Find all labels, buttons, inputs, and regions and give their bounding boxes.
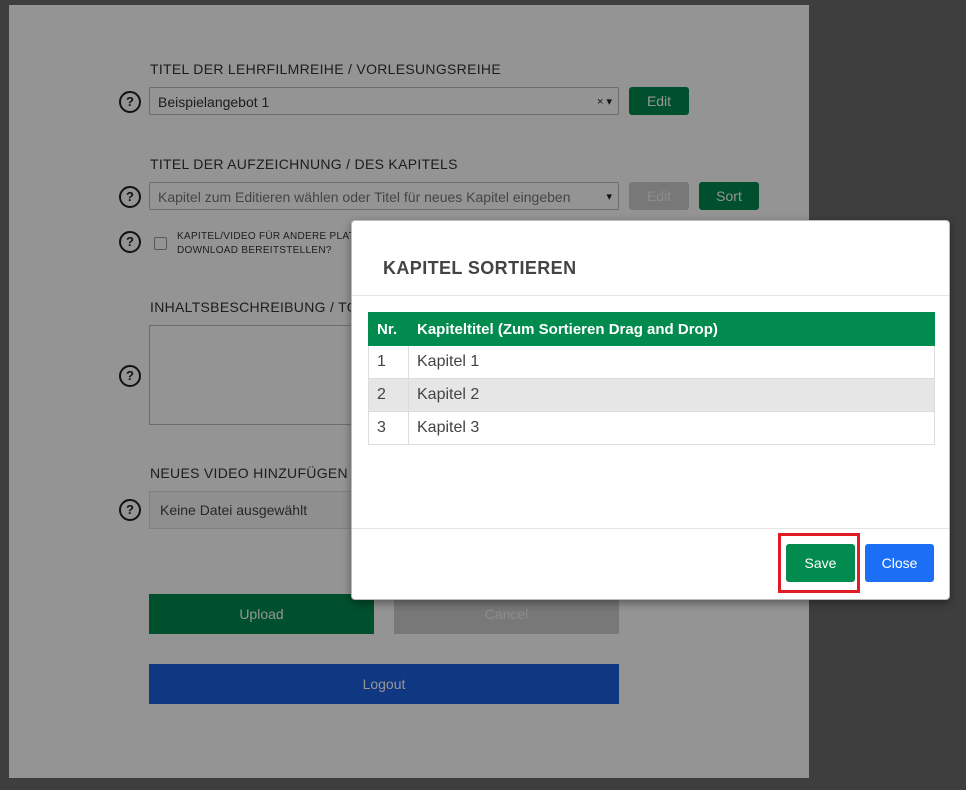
save-button[interactable]: Save [786,544,855,582]
modal-header: KAPITEL SORTIEREN [352,221,949,296]
modal-title: KAPITEL SORTIEREN [383,258,577,278]
close-button[interactable]: Close [865,544,934,582]
sort-chapters-modal: KAPITEL SORTIEREN Nr. Kapiteltitel (Zum … [351,220,950,600]
row-nr: 3 [368,411,409,445]
table-row[interactable]: 3 Kapitel 3 [368,411,935,445]
row-nr: 1 [368,345,409,379]
column-header-nr: Nr. [368,312,409,346]
table-header-row: Nr. Kapiteltitel (Zum Sortieren Drag and… [368,312,935,346]
row-title: Kapitel 3 [408,411,935,445]
row-title: Kapitel 1 [408,345,935,379]
table-row[interactable]: 2 Kapitel 2 [368,378,935,412]
row-nr: 2 [368,378,409,412]
row-title: Kapitel 2 [408,378,935,412]
column-header-title: Kapiteltitel (Zum Sortieren Drag and Dro… [408,312,935,346]
table-row[interactable]: 1 Kapitel 1 [368,345,935,379]
chapter-table: Nr. Kapiteltitel (Zum Sortieren Drag and… [368,312,935,445]
